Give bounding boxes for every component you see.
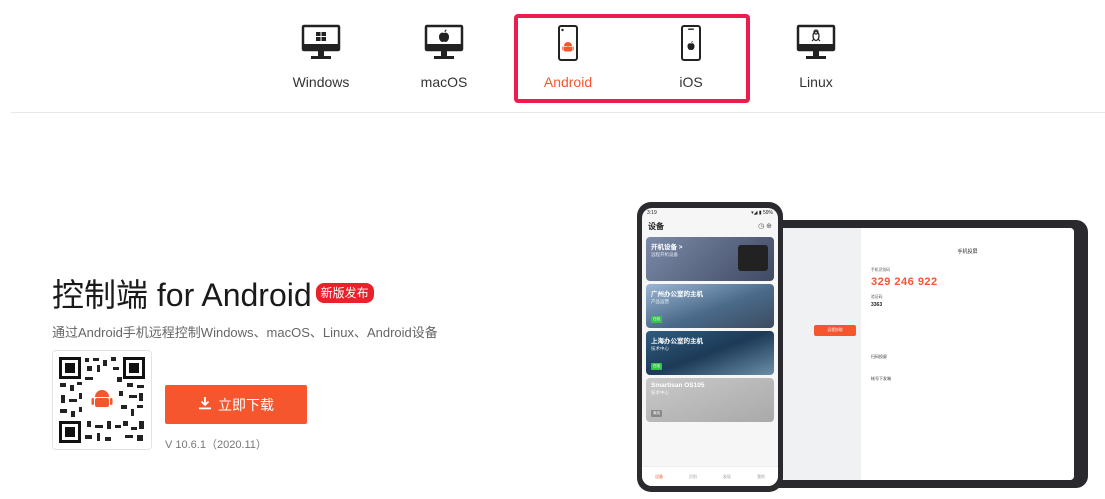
card-title: Smartisan OS105	[651, 382, 705, 389]
page-subtitle: 通过Android手机远程控制Windows、macOS、Linux、Andro…	[52, 325, 438, 340]
download-button-label: 立即下载	[218, 396, 274, 413]
tablet-right-pane: 手机投屏 手机识别码 329 246 922 验证码 3363 扫码投屏 帐号下…	[861, 228, 1074, 480]
mobile-tabs-highlight	[514, 14, 750, 103]
phone-bottom-nav: 设备 识别 发现 我的	[642, 466, 778, 486]
tablet-row: 帐号下发端	[871, 376, 891, 381]
tablet-mockup: 远程协助 手机投屏 手机识别码 329 246 922 验证码 3363 扫码投…	[752, 220, 1088, 488]
tab-windows[interactable]: Windows	[281, 24, 361, 90]
remote-assist-button: 远程协助	[814, 325, 856, 336]
tab-label: macOS	[420, 74, 468, 90]
verify-code-label: 验证码	[871, 295, 883, 299]
card-status-badge: 在线	[651, 316, 662, 323]
tablet-title: 手机投屏	[957, 249, 978, 255]
device-code-label: 手机识别码	[871, 268, 890, 272]
phone-header-title: 设备	[648, 221, 664, 231]
verify-code: 3363	[871, 302, 883, 308]
page-title-text: 控制端 for Android	[52, 277, 312, 313]
card-sub: 技术中心	[651, 346, 669, 351]
monitor-linux-icon	[776, 24, 856, 68]
tabs-divider	[11, 112, 1105, 113]
phone-device-card: 广州办公室的主机 产品运营 在线	[646, 284, 774, 328]
platform-tabs: Windows macOS Android iOS Linux	[0, 0, 1105, 112]
monitor-windows-icon	[281, 24, 361, 68]
phone-header: 设备 ◷ ⊕	[642, 218, 778, 234]
card-title: 广州办公室的主机	[651, 291, 703, 298]
download-page: Windows macOS Android iOS Linux 控制端 for …	[0, 0, 1105, 499]
nav-item: 设备	[655, 473, 663, 479]
tablet-screen: 远程协助 手机投屏 手机识别码 329 246 922 验证码 3363 扫码投…	[766, 228, 1074, 480]
card-status-badge: 在线	[651, 363, 662, 370]
download-button[interactable]: 立即下载	[165, 385, 307, 424]
download-icon	[198, 396, 212, 413]
monitor-apple-icon	[404, 24, 484, 68]
phone-status-time: 3:19	[647, 210, 657, 216]
phone-mockup: 3:19 ▾◢ ▮ 59% 设备 ◷ ⊕ 开机设备 > 远程开机设备 广州办公室…	[637, 202, 783, 492]
tab-label: Windows	[292, 74, 350, 90]
phone-status-bar: 3:19 ▾◢ ▮ 59%	[642, 208, 778, 218]
download-qr-code	[52, 350, 152, 450]
version-info: V 10.6.1（2020.11）	[165, 439, 267, 451]
tab-label: Linux	[799, 74, 833, 90]
phone-device-card: 上海办公室的主机 技术中心 在线	[646, 331, 774, 375]
tablet-row: 扫码投屏	[871, 354, 887, 359]
tab-macos[interactable]: macOS	[404, 24, 484, 90]
phone-screen: 3:19 ▾◢ ▮ 59% 设备 ◷ ⊕ 开机设备 > 远程开机设备 广州办公室…	[642, 208, 778, 486]
phone-device-card: 开机设备 > 远程开机设备	[646, 237, 774, 281]
new-release-badge: 新版发布	[315, 283, 374, 303]
phone-device-card: Smartisan OS105 技术中心 离线	[646, 378, 774, 422]
page-title: 控制端 for Android 新版发布	[52, 270, 374, 316]
nav-item: 我的	[757, 473, 765, 479]
nav-item: 发现	[723, 473, 731, 479]
card-sub: 技术中心	[651, 390, 669, 395]
device-box-icon	[738, 245, 768, 271]
phone-status-icons: ▾◢ ▮ 59%	[751, 210, 773, 216]
device-code: 329 246 922	[871, 276, 938, 288]
phone-header-actions-icon: ◷ ⊕	[758, 223, 772, 230]
card-title: 上海办公室的主机	[651, 338, 703, 345]
nav-item: 识别	[689, 473, 697, 479]
card-sub: 产品运营	[651, 299, 669, 304]
card-status-badge: 离线	[651, 410, 662, 417]
tab-linux[interactable]: Linux	[776, 24, 856, 90]
